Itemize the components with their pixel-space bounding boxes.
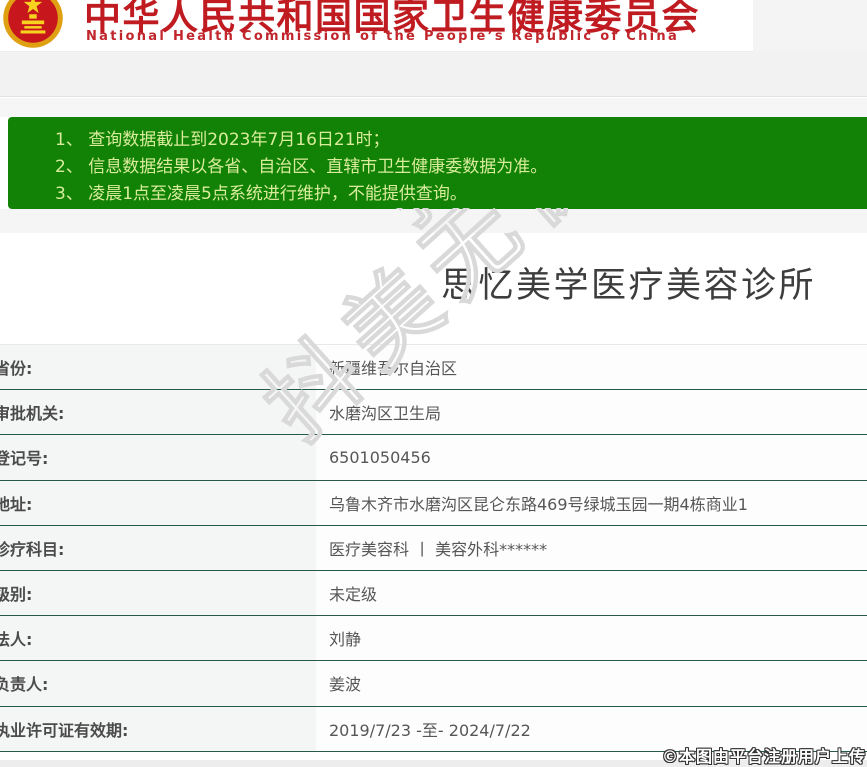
row-label: 级别: <box>0 571 316 615</box>
row-label-text: 省份: <box>0 355 32 379</box>
row-value: 姜波 <box>316 661 867 705</box>
row-label: 诊疗科目: <box>0 526 316 570</box>
table-row: 地址: 乌鲁木齐市水磨沟区昆仑东路469号绿城玉园一期4栋商业1 <box>0 481 867 526</box>
page: 中华人民共和国国家卫生健康委员会 National Health Commiss… <box>0 0 867 767</box>
row-value: 乌鲁木齐市水磨沟区昆仑东路469号绿城玉园一期4栋商业1 <box>316 481 867 525</box>
table-row: 省份: 新疆维吾尔自治区 <box>0 345 867 390</box>
row-value: 新疆维吾尔自治区 <box>316 345 867 389</box>
table-row: 级别: 未定级 <box>0 571 867 616</box>
table-row: 登记号: 6501050456 <box>0 435 867 480</box>
gray-strip-lower <box>0 98 867 117</box>
site-title-english: National Health Commission of the People… <box>86 29 679 44</box>
notice-line: 3、 凌晨1点至凌晨5点系统进行维护，不能提供查询。 <box>55 181 857 208</box>
row-label-text: 法人: <box>0 626 32 650</box>
row-label: 法人: <box>0 616 316 660</box>
row-value: 刘静 <box>316 616 867 660</box>
row-label-text: 地址: <box>0 491 32 515</box>
details-table: 省份:新疆维吾尔自治区审批机关:水磨沟区卫生局登记号:6501050456地址:… <box>0 344 867 752</box>
header-right-filler <box>753 0 867 52</box>
row-label-text: 登记号: <box>0 445 48 469</box>
row-value: 6501050456 <box>316 435 867 479</box>
row-label: 负责人: <box>0 661 316 705</box>
notice-line: 2、 信息数据结果以各省、自治区、直辖市卫生健康委数据为准。 <box>55 154 857 181</box>
row-label-text: 审批机关: <box>0 400 64 424</box>
row-label: 审批机关: <box>0 390 316 434</box>
row-label: 登记号: <box>0 435 316 479</box>
row-value: 未定级 <box>316 571 867 615</box>
row-value: 医疗美容科 丨 美容外科****** <box>316 526 867 570</box>
gray-strip-upper <box>0 52 867 97</box>
notice-box: 1、 查询数据截止到2023年7月16日21时； 2、 信息数据结果以各省、自治… <box>8 117 867 209</box>
row-label: 省份: <box>0 345 316 389</box>
table-row: 法人: 刘静 <box>0 616 867 661</box>
copyright-watermark: ©本图由平台注册用户上传 <box>662 743 866 767</box>
china-national-emblem-icon <box>2 0 64 49</box>
table-row: 审批机关: 水磨沟区卫生局 <box>0 390 867 435</box>
row-label: 执业许可证有效期: <box>0 707 316 751</box>
site-header: 中华人民共和国国家卫生健康委员会 National Health Commiss… <box>0 0 753 52</box>
gray-strip-below-notice <box>0 209 867 233</box>
institution-name: 思忆美学医疗美容诊所 <box>441 257 816 308</box>
row-value: 水磨沟区卫生局 <box>316 390 867 434</box>
notice-line: 1、 查询数据截止到2023年7月16日21时； <box>55 127 857 154</box>
table-row: 负责人: 姜波 <box>0 661 867 706</box>
row-label-text: 级别: <box>0 581 32 605</box>
row-label-text: 诊疗科目: <box>0 536 64 560</box>
row-label-text: 执业许可证有效期: <box>0 717 128 741</box>
table-row: 诊疗科目: 医疗美容科 丨 美容外科****** <box>0 526 867 571</box>
row-label-text: 负责人: <box>0 671 48 695</box>
row-label: 地址: <box>0 481 316 525</box>
